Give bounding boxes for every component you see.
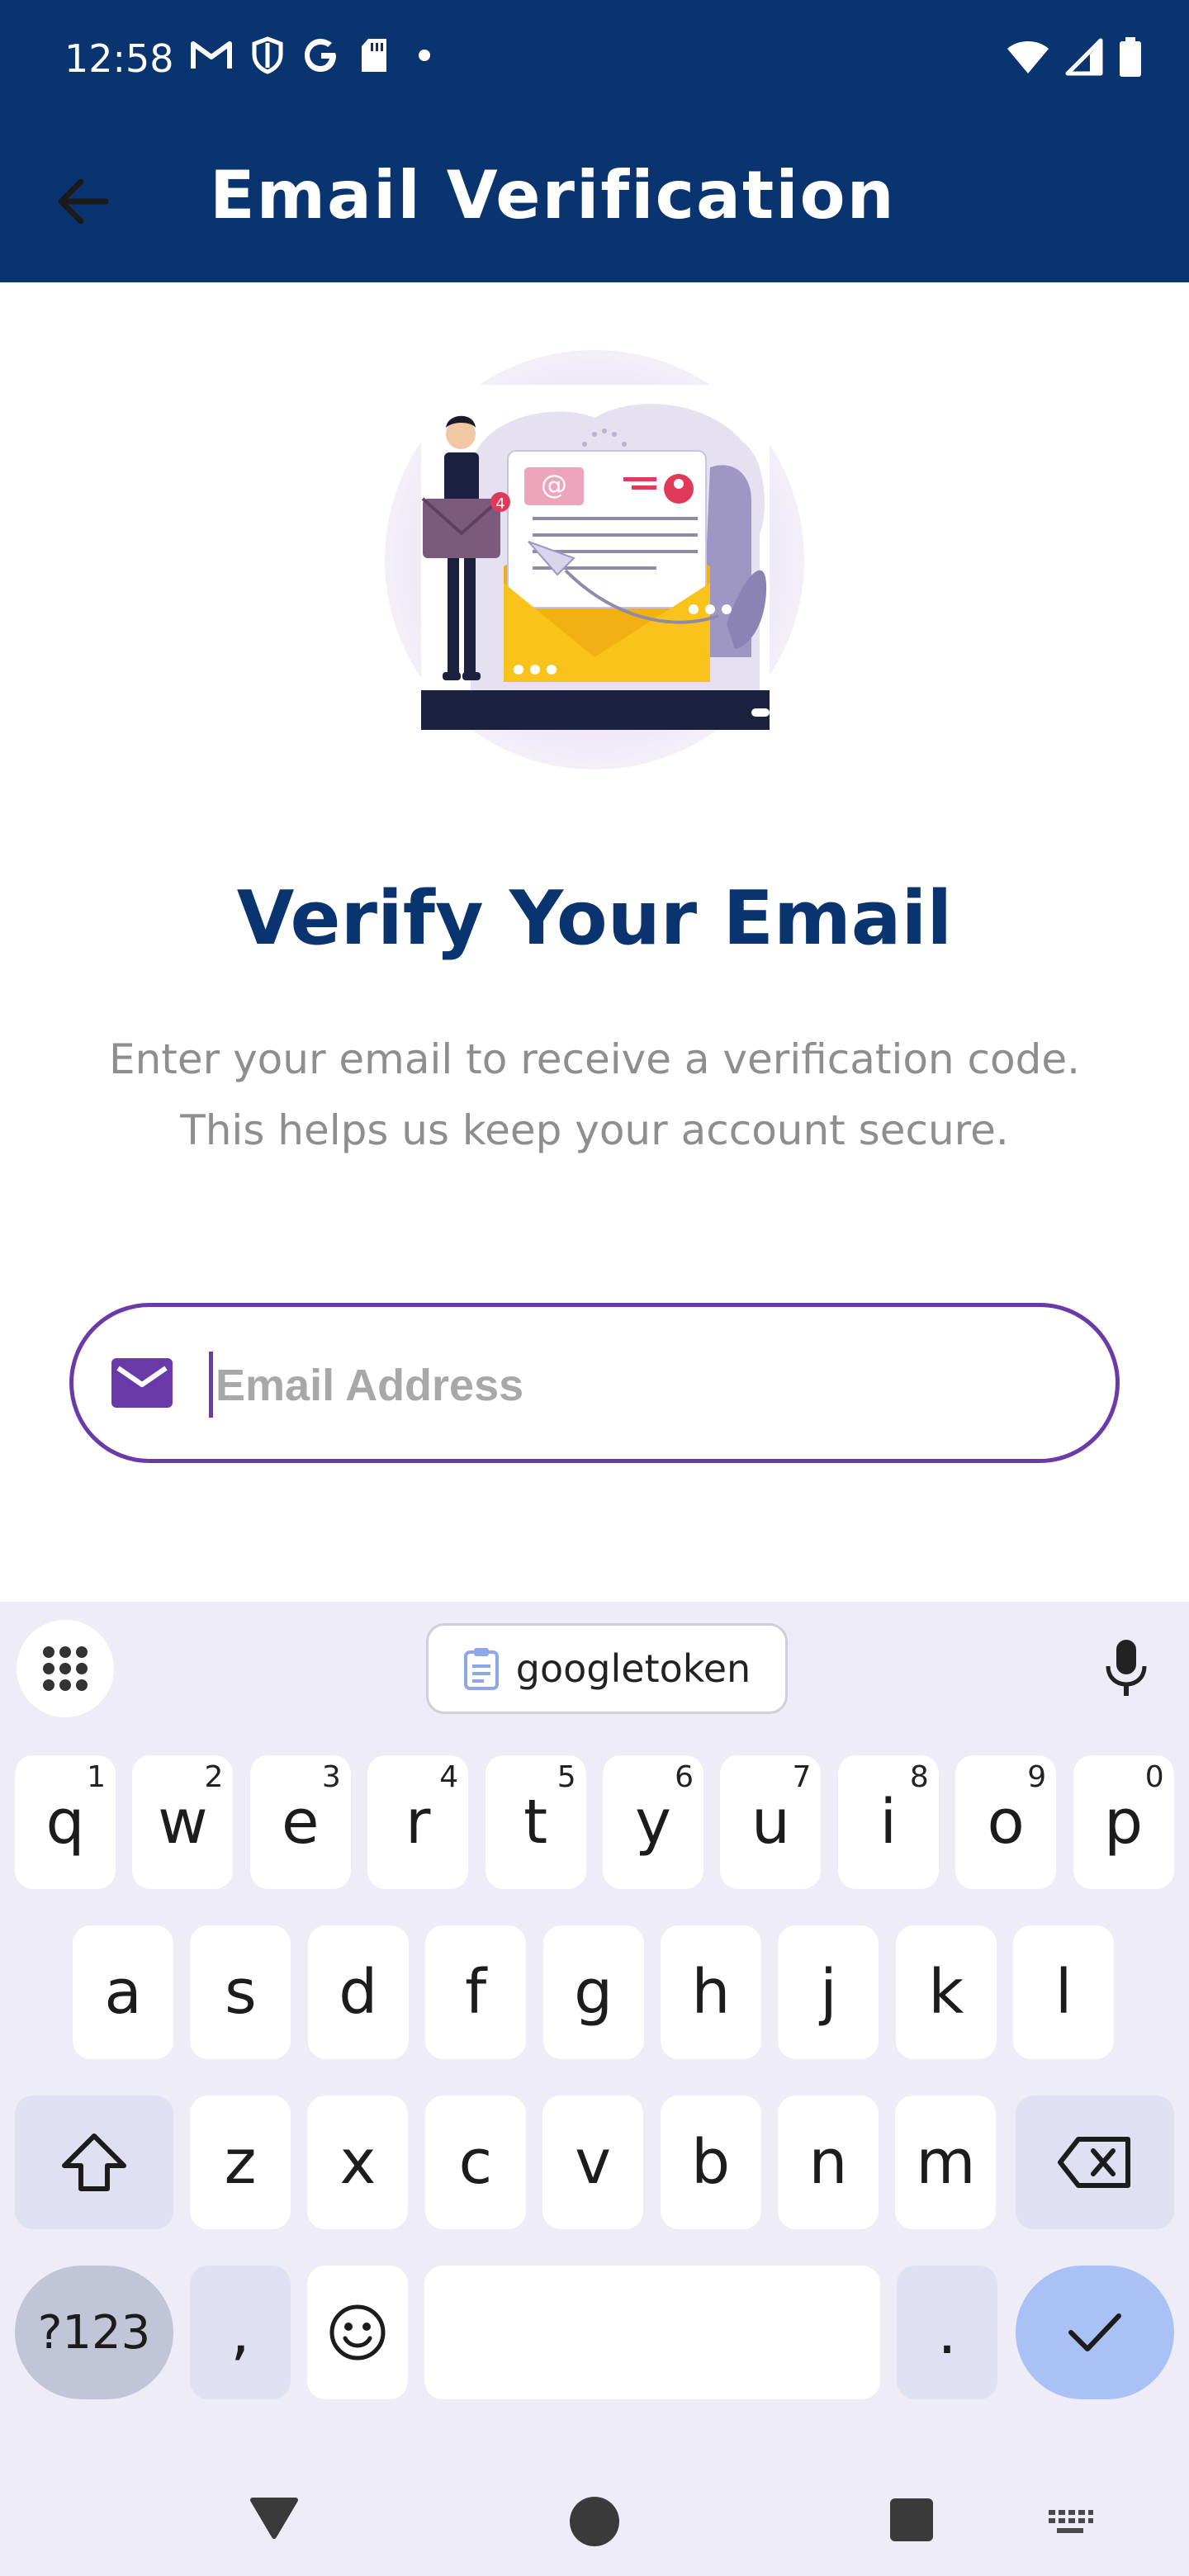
key-y[interactable]: y6 <box>603 1755 703 1889</box>
recents-square-icon[interactable] <box>888 2497 935 2543</box>
emoji-icon <box>329 2304 386 2361</box>
key-number-hint: 9 <box>1027 1760 1047 1794</box>
key-label: e <box>282 1787 320 1858</box>
key-number-hint: 0 <box>1144 1760 1164 1794</box>
key-c[interactable]: c <box>424 2095 526 2229</box>
page-title: Email Verification <box>210 157 896 234</box>
key-x[interactable]: x <box>307 2095 409 2229</box>
status-icons-left <box>190 36 441 74</box>
back-button[interactable] <box>46 165 119 238</box>
key-g[interactable]: g <box>542 1925 644 2059</box>
key-number-hint: 6 <box>675 1760 694 1794</box>
key-number-hint: 5 <box>557 1760 576 1794</box>
back-triangle-icon[interactable] <box>248 2495 301 2540</box>
key-q[interactable]: q1 <box>15 1755 116 1889</box>
emoji-key[interactable] <box>307 2266 408 2399</box>
key-u[interactable]: u7 <box>720 1755 822 1889</box>
keyboard-menu-button[interactable] <box>17 1620 114 1717</box>
symbols-key[interactable]: ?123 <box>15 2266 173 2399</box>
keyboard-switch-icon[interactable] <box>1047 2508 1093 2536</box>
key-label: q <box>45 1787 85 1858</box>
email-field[interactable] <box>69 1303 1120 1463</box>
checkmark-icon <box>1068 2313 1121 2351</box>
sd-card-icon <box>362 39 386 72</box>
key-a[interactable]: a <box>73 1925 173 2059</box>
arrow-left-icon <box>58 178 109 225</box>
key-number-hint: 7 <box>792 1760 812 1794</box>
key-s[interactable]: s <box>190 1925 291 2059</box>
email-illustration: @ 4 <box>421 385 770 730</box>
clipboard-icon <box>463 1648 499 1690</box>
key-v[interactable]: v <box>542 2095 644 2229</box>
keyboard: googletoken q1w2e3r4t5y6u7i8o9p0 asdfghj… <box>0 1602 1189 2576</box>
signal-icon <box>1065 38 1103 76</box>
text-cursor <box>209 1352 213 1418</box>
key-label: u <box>751 1787 790 1858</box>
key-number-hint: 8 <box>909 1760 929 1794</box>
key-f[interactable]: f <box>425 1925 527 2059</box>
svg-text:4: 4 <box>495 495 504 513</box>
key-number-hint: 3 <box>321 1760 341 1794</box>
key-label: y <box>635 1787 671 1858</box>
key-label: w <box>158 1787 208 1858</box>
screen: { "status_bar": { "time": "12:58", "left… <box>0 0 1189 2576</box>
dot-icon <box>419 50 430 61</box>
backspace-key[interactable] <box>1016 2095 1174 2229</box>
shift-key[interactable] <box>15 2095 173 2229</box>
status-time: 12:58 <box>64 36 174 81</box>
key-number-hint: 4 <box>439 1760 459 1794</box>
description: Enter your email to receive a verificati… <box>66 1024 1123 1166</box>
key-e[interactable]: e3 <box>249 1755 351 1889</box>
system-nav-bar <box>0 2444 1189 2576</box>
status-icons-right <box>1006 36 1143 78</box>
app-bar: 12:58 Email Verification <box>0 0 1189 282</box>
key-label: o <box>987 1787 1025 1858</box>
key-j[interactable]: j <box>778 1925 879 2059</box>
email-input[interactable] <box>216 1340 1041 1431</box>
shift-icon <box>62 2133 126 2191</box>
heading: Verify Your Email <box>236 875 953 962</box>
svg-text:@: @ <box>541 469 567 500</box>
key-number-hint: 1 <box>87 1760 106 1794</box>
wifi-icon <box>1007 41 1049 73</box>
key-l[interactable]: l <box>1013 1925 1115 2059</box>
description-line-2: This helps us keep your account secure. <box>180 1106 1009 1154</box>
key-label: p <box>1104 1787 1144 1858</box>
gmail-icon <box>191 41 232 69</box>
key-i[interactable]: i8 <box>837 1755 939 1889</box>
key-w[interactable]: w2 <box>132 1755 234 1889</box>
key-o[interactable]: o9 <box>955 1755 1057 1889</box>
grid-icon <box>43 1646 88 1691</box>
key-k[interactable]: k <box>895 1925 997 2059</box>
period-key[interactable]: . <box>897 2266 997 2399</box>
key-d[interactable]: d <box>307 1925 409 2059</box>
description-line-1: Enter your email to receive a verificati… <box>108 1035 1080 1083</box>
voice-input-button[interactable] <box>1093 1627 1159 1709</box>
key-label: t <box>523 1787 548 1858</box>
enter-key[interactable] <box>1016 2266 1174 2399</box>
key-m[interactable]: m <box>895 2095 997 2229</box>
clipboard-suggestion-chip[interactable]: googletoken <box>426 1623 788 1714</box>
key-p[interactable]: p0 <box>1073 1755 1174 1889</box>
key-number-hint: 2 <box>204 1760 224 1794</box>
key-z[interactable]: z <box>190 2095 291 2229</box>
battery-icon <box>1120 37 1141 77</box>
key-t[interactable]: t5 <box>485 1755 586 1889</box>
shield-icon <box>252 36 283 74</box>
key-b[interactable]: b <box>660 2095 761 2229</box>
home-circle-icon[interactable] <box>568 2495 621 2548</box>
space-key[interactable] <box>424 2266 880 2399</box>
mail-icon <box>111 1358 173 1408</box>
key-h[interactable]: h <box>661 1925 761 2059</box>
key-r[interactable]: r4 <box>367 1755 469 1889</box>
google-icon <box>305 39 336 72</box>
key-n[interactable]: n <box>778 2095 879 2229</box>
key-label: r <box>405 1787 431 1858</box>
backspace-icon <box>1058 2137 1130 2188</box>
suggestion-text: googletoken <box>515 1646 751 1691</box>
key-label: i <box>879 1787 898 1858</box>
microphone-icon <box>1106 1640 1147 1696</box>
comma-key[interactable]: , <box>190 2266 291 2399</box>
